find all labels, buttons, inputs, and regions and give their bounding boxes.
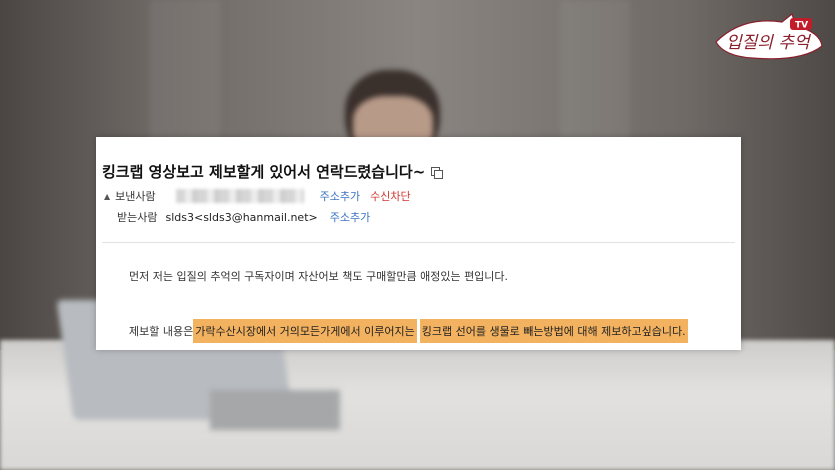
- logo-text: 입질의 추억: [726, 33, 812, 53]
- laptop-base: [210, 390, 340, 430]
- body-line-1: 먼저 저는 입질의 추억의 구독자이며 자산어보 책도 구매할만큼 애정있는 편…: [129, 270, 509, 283]
- email-subject: 킹크랩 영상보고 제보할게 있어서 연락드렸습니다~: [102, 161, 444, 182]
- highlight-kingcrab: 킹크랩 선어를 생물로 빼는방법에 대해 제보하고싶습니다.: [419, 319, 688, 343]
- recipient-row: 받는사람 slds3<slds3@hanmail.net> 주소추가: [117, 209, 380, 225]
- sender-address-redacted: [175, 189, 304, 203]
- expand-caret-icon[interactable]: ▲: [104, 192, 110, 201]
- sender-row: ▲ 보낸사람 주소추가 수신차단: [104, 188, 411, 204]
- recipient-add-address-link[interactable]: 주소추가: [330, 209, 370, 225]
- block-sender-link[interactable]: 수신차단: [370, 188, 410, 204]
- channel-logo: 입질의 추억 TV: [715, 12, 823, 60]
- recipient-address: slds3<slds3@hanmail.net>: [165, 210, 318, 224]
- email-card: 킹크랩 영상보고 제보할게 있어서 연락드렸습니다~ ▲ 보낸사람 주소추가 수…: [96, 137, 741, 350]
- highlight-market: 가락수산시장에서 거의모든가게에서 이루어지는: [193, 319, 417, 343]
- recipient-label: 받는사람: [117, 211, 158, 224]
- sender-label: 보낸사람: [115, 190, 156, 203]
- body-line-2-prefix: 제보할 내용은: [129, 325, 194, 338]
- sender-add-address-link[interactable]: 주소추가: [320, 188, 360, 204]
- body-line-2: 제보할 내용은 가락수산시장에서 거의모든가게에서 이루어지는 킹크랩 선어를 …: [129, 319, 688, 343]
- logo-tv-badge: TV: [795, 21, 808, 31]
- header-divider: [102, 242, 735, 243]
- subject-text: 킹크랩 영상보고 제보할게 있어서 연락드렸습니다~: [102, 163, 426, 181]
- copy-icon[interactable]: [431, 166, 444, 179]
